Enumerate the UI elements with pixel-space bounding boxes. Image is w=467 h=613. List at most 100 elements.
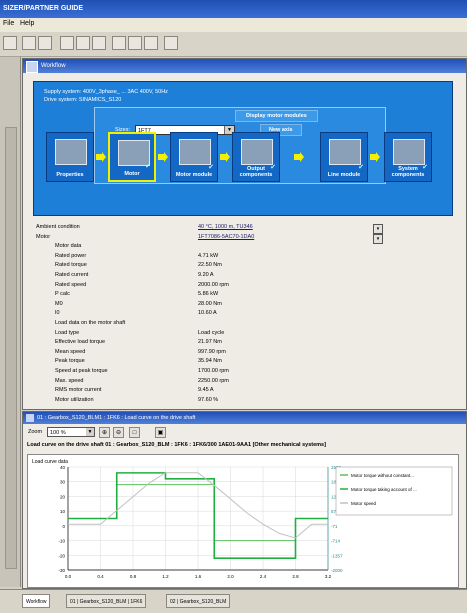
step-label: Properties [56,172,84,178]
check-icon: ✔ [208,164,214,171]
x-tick-label: 2.8 [292,574,299,579]
data-row-label: Rated torque [55,262,87,269]
redo-icon[interactable] [128,36,142,50]
project-tree-panel [0,57,21,587]
data-row-label: P calc [55,291,70,298]
data-row-value: 5.86 kW [198,291,219,298]
chart-window-icon [26,414,34,422]
dropdown-icon[interactable]: ▾ [373,233,383,244]
tab-workflow[interactable]: Workflow [22,594,51,608]
fit-icon[interactable]: □ [129,427,140,438]
y2-tick-label: -2000 [331,568,343,573]
data-row-label: Mean speed [55,348,86,355]
step-card-properties[interactable]: Properties [46,132,94,182]
paste-icon[interactable] [92,36,106,50]
data-row-value: 9.20 A [198,272,214,278]
data-row-label: Motor [36,233,51,240]
data-row-value: 2000.00 rpm [198,281,229,288]
step-card-motor-module[interactable]: Motor module ✔ [170,132,218,182]
x-tick-label: 2.0 [227,574,234,579]
data-row-value: 997.90 rpm [198,348,226,355]
data-row-value: 9.45 A [198,387,214,394]
copy-icon[interactable] [76,36,90,50]
check-icon: ✔ [145,163,151,170]
data-row-label: Rated speed [55,281,87,288]
data-row-value: 1700.00 rpm [198,368,229,374]
step-label: Motor module [175,172,213,178]
drive-system-text: Drive system: SINAMICS_S120 [44,97,122,103]
tab-load-curve-1[interactable]: 01 | Gearbox_S120_BLM | 1FK6 [66,594,147,608]
zoom-in-icon[interactable]: ⊕ [99,427,110,438]
check-icon: ✔ [358,164,364,171]
help-icon[interactable] [164,36,178,50]
chevron-down-icon[interactable]: ▼ [86,428,94,436]
y-tick-label: 30 [60,480,66,485]
step-card-output-components[interactable]: Output components ✔ [232,132,280,182]
step-label: Line module [327,172,361,178]
legend-entry: Motor speed [351,501,377,506]
data-row-value[interactable]: 1FT7086-5AC70-1DA0 [198,234,254,240]
data-row-label: Rated current [55,272,89,278]
load-curve-chart: Load curve data-30 -2000-20 -1357-10 -7140-… [32,459,453,579]
data-row-value: 2250.00 rpm [198,377,229,384]
step-card-system-components[interactable]: System components ✔ [384,132,432,182]
x-tick-label: 1.2 [162,574,169,579]
zoom-out-icon[interactable]: ⊖ [113,427,124,438]
data-row-label: I0 [55,310,60,317]
legend-entry: Motor torque without constant... [351,473,414,478]
line-module-icon [329,139,361,165]
data-row-value[interactable]: 40 °C, 1000 m, TU346 [198,224,253,230]
app-title: SIZER/PARTNER GUIDE [3,5,83,12]
menu-item-file[interactable]: File [3,20,14,27]
x-tick-label: 3.2 [325,574,332,579]
dropdown-icon[interactable]: ▾ [373,224,383,234]
check-icon: ✔ [422,164,428,171]
data-row-label: Ambient condition [36,224,80,230]
arrow-right-icon [220,152,230,162]
y-tick-label: 10 [60,509,66,514]
workflow-window-icon [26,61,38,73]
tree-scrollbar[interactable] [5,127,17,569]
supply-info: Supply system: 400V_3phase_ ... 3AC 400V… [44,88,168,104]
app-title-bar: SIZER/PARTNER GUIDE [0,0,467,18]
save-icon[interactable] [38,36,52,50]
menu-bar: File Help [0,18,467,33]
legend-entry: Motor torque taking account of ... [351,487,417,492]
y-tick-label: -30 [58,568,65,573]
data-row-label: Motor data [55,243,82,250]
zoom-select[interactable]: 100 % ▼ [47,427,95,437]
display-motor-modules-button[interactable]: Display motor modules [235,110,318,122]
undo-icon[interactable] [112,36,126,50]
print-icon[interactable] [144,36,158,50]
open-icon[interactable] [22,36,36,50]
data-row-label: Load data on the motor shaft [55,320,126,326]
step-label: Motor [124,171,140,177]
x-tick-label: 1.6 [195,574,202,579]
y2-tick-label: -71 [331,524,338,529]
properties-icon [55,139,87,165]
tab-load-curve-2[interactable]: 02 | Gearbox_S120_BLM [166,594,231,608]
data-row-value: Load cycle [198,329,225,336]
step-card-line-module[interactable]: Line module ✔ [320,132,368,182]
output-components-icon [241,139,273,165]
cut-icon[interactable] [60,36,74,50]
data-row-value: 35.94 Nm [198,358,222,365]
chart-title: Load curve on the drive shaft 01 : Gearb… [27,442,326,448]
menu-item-help[interactable]: Help [20,20,34,27]
y-tick-label: -20 [58,553,65,558]
data-row-label: RMS motor current [55,387,102,394]
load-curve-window-title: 01 : Gearbox_S120_BLM1 : 1FK6 : Load cur… [37,415,196,421]
data-row-label: Peak torque [55,358,85,365]
arrow-right-icon [96,152,106,162]
arrow-right-icon [370,152,380,162]
step-card-motor[interactable]: Motor ✔ [108,132,156,182]
y-tick-label: -10 [58,539,65,544]
new-icon[interactable] [3,36,17,50]
data-row-label: Effective load torque [55,339,106,346]
zoom-label: Zoom [28,429,43,435]
data-row-value: 97.60 % [198,396,219,403]
data-row-value: 28.00 Nm [198,300,222,307]
export-icon[interactable]: ▣ [155,427,166,438]
arrow-right-icon [294,152,304,162]
data-row-value: 22.50 Nm [198,262,222,269]
